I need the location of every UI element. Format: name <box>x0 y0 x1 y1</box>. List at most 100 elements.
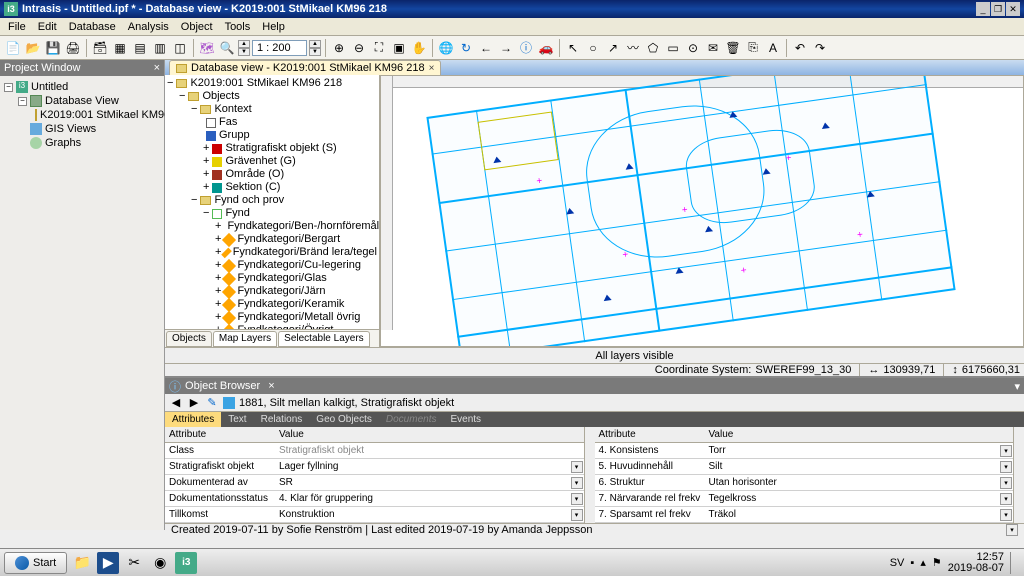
layers-icon[interactable]: ▤ <box>131 39 149 57</box>
taskbar-explorer-icon[interactable]: 📁 <box>71 552 93 574</box>
tree-sektion[interactable]: Sektion (C) <box>225 181 280 194</box>
globe-icon[interactable]: 🌐 <box>437 39 455 57</box>
tab-documents[interactable]: Documents <box>379 412 444 427</box>
attr-row[interactable]: 4. KonsistensTorr▾ <box>595 443 1014 459</box>
attr-row[interactable]: 5. HuvudinnehållSilt▾ <box>595 459 1014 475</box>
dropdown-icon[interactable]: ▾ <box>571 461 583 473</box>
tab-selectable[interactable]: Selectable Layers <box>278 331 370 347</box>
dropdown-icon[interactable]: ▾ <box>1000 477 1012 489</box>
info-icon[interactable]: ⓘ <box>517 39 535 57</box>
lang-indicator[interactable]: SV <box>890 557 905 569</box>
menu-file[interactable]: File <box>2 19 32 35</box>
tree-kontext[interactable]: Kontext <box>214 103 251 116</box>
dropdown-icon[interactable]: ▾ <box>1000 509 1012 521</box>
dropdown-icon[interactable]: ▾ <box>1000 445 1012 457</box>
cube-icon[interactable]: ◫ <box>171 39 189 57</box>
tree-graphs[interactable]: Graphs <box>45 137 81 149</box>
attr-row[interactable]: ClassStratigrafiskt objekt <box>165 443 584 459</box>
measure-icon[interactable]: ↗ <box>604 39 622 57</box>
stack-icon[interactable]: ▥ <box>151 39 169 57</box>
tree-root[interactable]: Untitled <box>31 81 68 93</box>
attr-value[interactable]: 4. Klar för gruppering▾ <box>275 492 584 505</box>
clock[interactable]: 12:57 2019-08-07 <box>948 552 1004 574</box>
zoom-out-icon[interactable]: ⊖ <box>350 39 368 57</box>
map-view[interactable]: ++ ++ ++ <box>380 75 1024 347</box>
tree-fk4[interactable]: Fyndkategori/Cu-legering <box>237 259 361 272</box>
tree-grupp[interactable]: Grupp <box>219 129 250 142</box>
dbview-tab[interactable]: Database view - K2019:001 StMikael KM96 … <box>169 60 441 75</box>
scrollbar[interactable] <box>585 427 595 523</box>
tree-grav[interactable]: Grävenhet (G) <box>225 155 295 168</box>
tree-fas[interactable]: Fas <box>219 116 237 129</box>
tree-root[interactable]: K2019:001 StMikael KM96 218 <box>190 77 342 90</box>
objects-tree[interactable]: −K2019:001 StMikael KM96 218 −Objects −K… <box>165 75 379 329</box>
tab-events[interactable]: Events <box>443 412 488 427</box>
tree-dbview[interactable]: Database View <box>45 95 119 107</box>
menu-tools[interactable]: Tools <box>219 19 257 35</box>
text-a-icon[interactable]: A <box>764 39 782 57</box>
maximize-button[interactable]: ❐ <box>991 2 1005 16</box>
pointer-icon[interactable]: ↖ <box>564 39 582 57</box>
tree-fk1[interactable]: Fyndkategori/Ben-/hornföremål <box>227 220 379 233</box>
show-desktop-button[interactable] <box>1010 552 1016 574</box>
attr-value[interactable]: Konstruktion▾ <box>275 508 584 521</box>
spinner[interactable]: ▲▼ <box>238 40 250 56</box>
polygon-icon[interactable]: ⬠ <box>644 39 662 57</box>
trash-icon[interactable]: 🗑 <box>724 39 742 57</box>
attr-value[interactable]: Torr▾ <box>705 444 1014 457</box>
tab-geoobjects[interactable]: Geo Objects <box>309 412 379 427</box>
rect-tool-icon[interactable]: ▭ <box>664 39 682 57</box>
tree-fynd[interactable]: Fynd <box>225 207 249 220</box>
tab-maplayers[interactable]: Map Layers <box>213 331 277 347</box>
tree-fk3[interactable]: Fyndkategori/Bränd lera/tegel <box>233 246 377 259</box>
select-rect-icon[interactable]: ▣ <box>390 39 408 57</box>
new-icon[interactable]: 📄 <box>4 39 22 57</box>
close-icon[interactable]: × <box>268 380 274 392</box>
tab-objects[interactable]: Objects <box>166 331 212 347</box>
zoom-in-icon[interactable]: ⊕ <box>330 39 348 57</box>
tray-icon[interactable]: ▪ <box>910 557 914 569</box>
attr-value[interactable]: Utan horisonter▾ <box>705 476 1014 489</box>
close-icon[interactable]: × <box>154 62 160 74</box>
zoom-icon[interactable]: 🔍 <box>218 39 236 57</box>
tray-flag-icon[interactable]: ⚑ <box>932 556 942 569</box>
dropdown-icon[interactable]: ▾ <box>1000 493 1012 505</box>
tree-objects[interactable]: Objects <box>202 90 239 103</box>
attr-row[interactable]: Dokumenterad avSR▾ <box>165 475 584 491</box>
dropdown-icon[interactable]: ▾ <box>571 493 583 505</box>
map-icon[interactable]: 🗺 <box>198 39 216 57</box>
car-icon[interactable]: 🚗 <box>537 39 555 57</box>
save-icon[interactable]: 💾 <box>44 39 62 57</box>
tree-fk2[interactable]: Fyndkategori/Bergart <box>237 233 340 246</box>
menu-analysis[interactable]: Analysis <box>122 19 175 35</box>
next-icon[interactable]: ▶ <box>187 396 201 410</box>
prev-icon[interactable]: ◀ <box>169 396 183 410</box>
forward-icon[interactable]: → <box>497 39 515 57</box>
zoom-input[interactable] <box>252 40 307 56</box>
tree-fk7[interactable]: Fyndkategori/Keramik <box>237 298 344 311</box>
taskbar-intrasis-icon[interactable]: i3 <box>175 552 197 574</box>
attr-value[interactable]: Tegelkross▾ <box>705 492 1014 505</box>
start-button[interactable]: Start <box>4 552 67 574</box>
menu-edit[interactable]: Edit <box>32 19 63 35</box>
db-icon[interactable]: 🗃 <box>91 39 109 57</box>
refresh-icon[interactable]: ↻ <box>457 39 475 57</box>
tree-fk6[interactable]: Fyndkategori/Järn <box>237 285 325 298</box>
attr-row[interactable]: Stratigrafiskt objektLager fyllning▾ <box>165 459 584 475</box>
minimize-button[interactable]: _ <box>976 2 990 16</box>
scrollbar[interactable] <box>1014 427 1024 523</box>
taskbar-powershell-icon[interactable]: ▶ <box>97 552 119 574</box>
taskbar-snip-icon[interactable]: ✂ <box>123 552 145 574</box>
dropdown-icon[interactable]: ▾ <box>1000 461 1012 473</box>
point-icon[interactable]: ⊙ <box>684 39 702 57</box>
pan-icon[interactable]: ✋ <box>410 39 428 57</box>
attr-row[interactable]: 6. StrukturUtan horisonter▾ <box>595 475 1014 491</box>
tab-text[interactable]: Text <box>221 412 253 427</box>
fit-icon[interactable]: ⛶ <box>370 39 388 57</box>
attr-value[interactable]: Lager fyllning▾ <box>275 460 584 473</box>
tab-attributes[interactable]: Attributes <box>165 412 221 427</box>
attr-row[interactable]: TillkomstKonstruktion▾ <box>165 507 584 523</box>
label-icon[interactable]: ✉ <box>704 39 722 57</box>
select-circle-icon[interactable]: ○ <box>584 39 602 57</box>
tray-up-icon[interactable]: ▴ <box>920 556 926 569</box>
